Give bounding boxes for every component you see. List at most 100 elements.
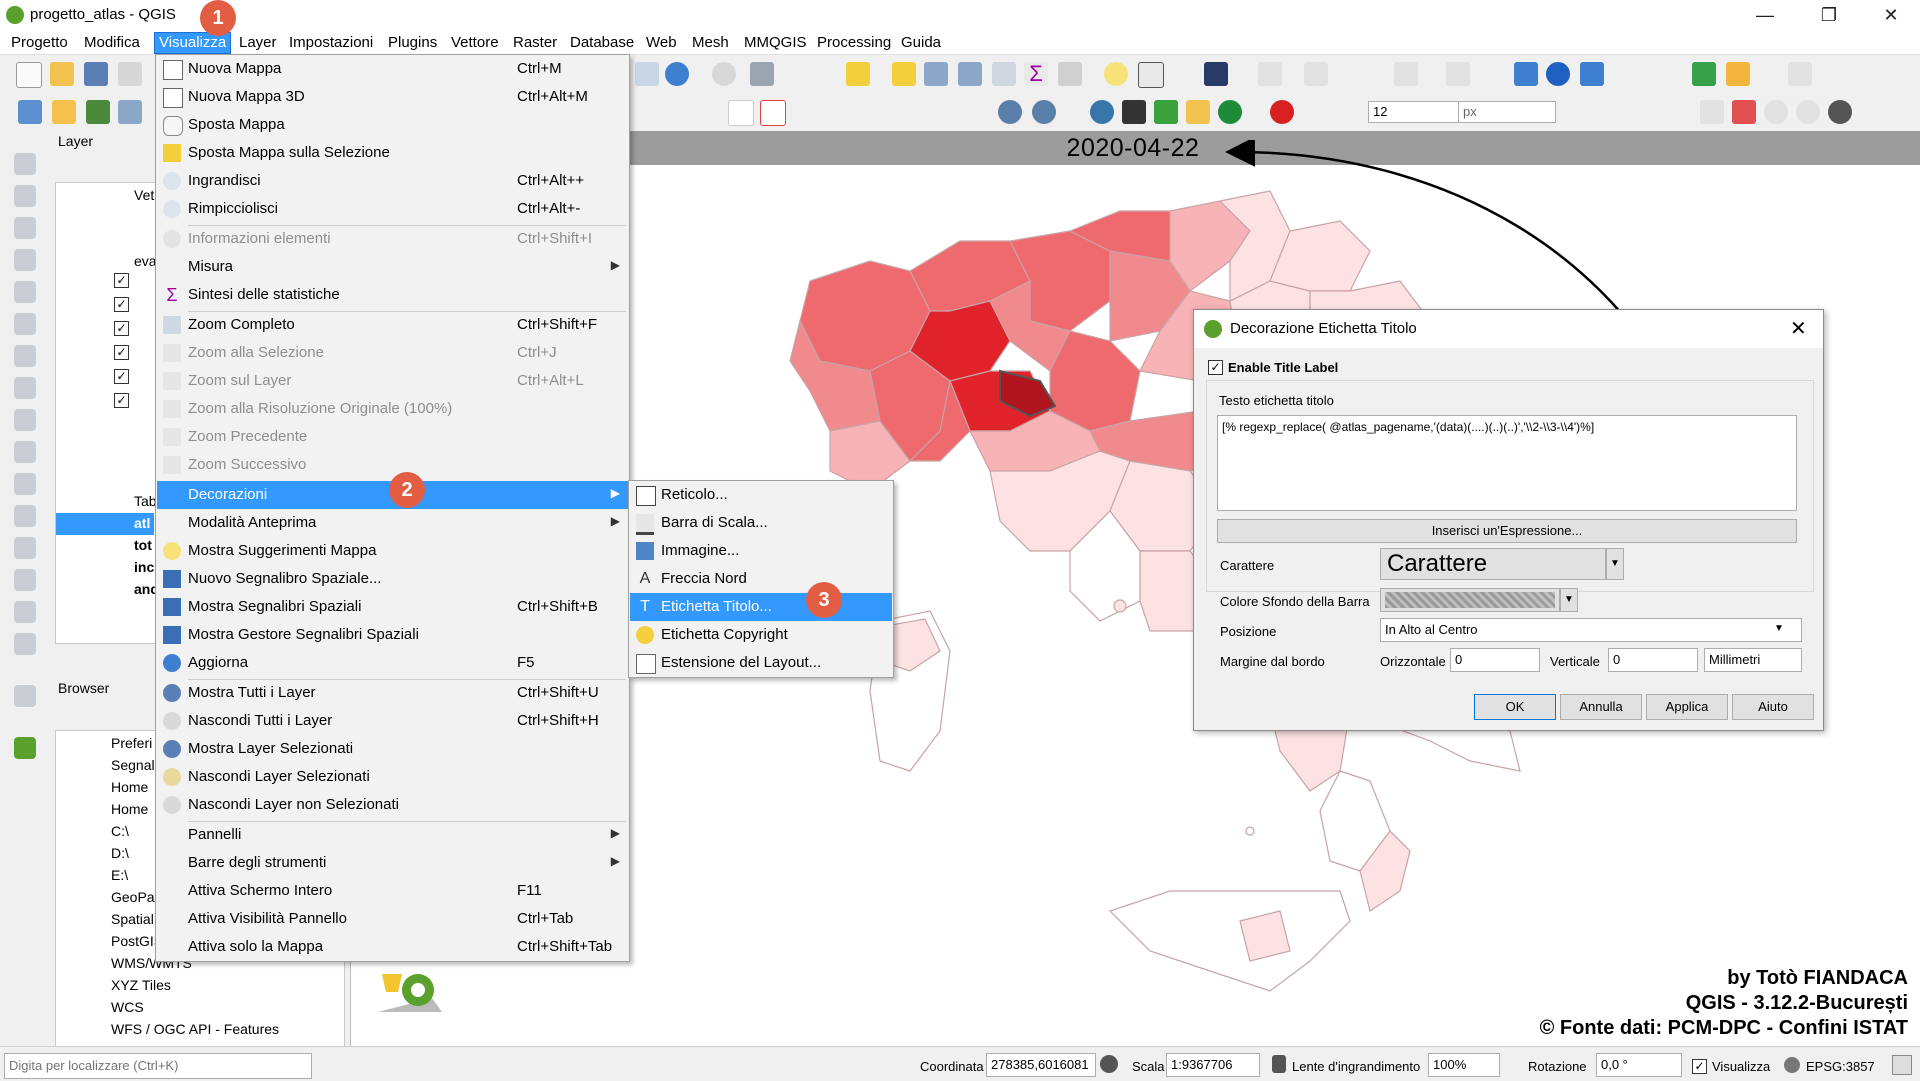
menu-web[interactable]: Web (642, 33, 681, 53)
font-dropdown-icon[interactable]: ▼ (1606, 548, 1624, 580)
magnet-icon[interactable] (1270, 100, 1294, 124)
menu-mesh[interactable]: Mesh (688, 33, 733, 53)
vertical-spinbox[interactable]: 0 (1608, 648, 1698, 672)
select-toolbar-icon[interactable] (846, 62, 870, 86)
settings-toolbar-icon[interactable] (992, 62, 1016, 86)
browser-item[interactable]: Segnal (111, 757, 155, 773)
menu-item-pan-selection[interactable]: Sposta Mappa sulla Selezione (157, 139, 628, 167)
coordinate-field[interactable]: 278385,6016081 (986, 1053, 1096, 1077)
menu-item-toggle-panels[interactable]: Attiva Visibilità Pannello Ctrl+Tab (157, 905, 628, 933)
menu-item-zoom-layer[interactable]: Zoom sul Layer Ctrl+Alt+L (157, 367, 628, 395)
menu-raster[interactable]: Raster (509, 33, 561, 53)
browser-item[interactable]: Home (111, 779, 148, 795)
plugin5-icon[interactable] (1726, 62, 1750, 86)
browser-item[interactable]: WCS (111, 999, 144, 1015)
side-tool-15-icon[interactable] (14, 601, 36, 623)
submenu-item-scale-bar[interactable]: Barra di Scala... (630, 509, 892, 537)
scale-select[interactable]: 1:9367706 (1166, 1053, 1260, 1077)
insert-expression-button[interactable]: Inserisci un'Espressione... (1217, 519, 1797, 543)
menu-item-zoom-next[interactable]: Zoom Successivo (157, 451, 628, 479)
submenu-item-image[interactable]: Immagine... (630, 537, 892, 565)
rotation-spinbox[interactable]: 0,0 ° (1596, 1053, 1682, 1077)
pin-toolbar-icon[interactable] (1732, 100, 1756, 124)
locator-search-input[interactable] (4, 1053, 312, 1079)
submenu-item-copyright[interactable]: Etichetta Copyright (630, 621, 892, 649)
unit-select[interactable]: px (1458, 101, 1556, 123)
browser-item[interactable]: Preferi (111, 735, 152, 751)
side-tool-5-icon[interactable] (14, 281, 36, 303)
menu-processing[interactable]: Processing (813, 33, 895, 53)
menu-item-toolbars[interactable]: Barre degli strumenti ▶ (157, 849, 628, 877)
side-tool-9-icon[interactable] (14, 409, 36, 431)
browser-item[interactable]: WFS / OGC API - Features (111, 1021, 279, 1037)
layer-row-tables[interactable]: Tab (134, 493, 157, 509)
horizontal-spinbox[interactable]: 0 (1450, 648, 1540, 672)
layer-row-inc[interactable]: inc (134, 559, 154, 575)
menu-item-refresh[interactable]: Aggiorna F5 (157, 649, 628, 677)
side-tool-7-icon[interactable] (14, 345, 36, 367)
minimize-button[interactable]: — (1742, 2, 1788, 28)
add-csv-icon[interactable] (86, 100, 110, 124)
menu-plugins[interactable]: Plugins (384, 33, 441, 53)
side-tool-6-icon[interactable] (14, 313, 36, 335)
menu-visualizza[interactable]: Visualizza (153, 32, 232, 54)
menu-item-pan[interactable]: Sposta Mappa (157, 111, 628, 139)
menu-modifica[interactable]: Modifica (80, 33, 144, 53)
menu-item-statistics[interactable]: Σ Sintesi delle statistiche (157, 281, 628, 309)
magnifier-spinbox[interactable]: 100% (1428, 1053, 1500, 1077)
browser-item[interactable]: XYZ Tiles (111, 977, 171, 993)
menu-item-map-tips[interactable]: Mostra Suggerimenti Mappa (157, 537, 628, 565)
side-tool-3-icon[interactable] (14, 217, 36, 239)
binoculars-icon[interactable] (1122, 100, 1146, 124)
close-window-button[interactable]: ✕ (1868, 2, 1914, 28)
menu-item-new-bookmark[interactable]: Nuovo Segnalibro Spaziale... (157, 565, 628, 593)
text-annotation-icon[interactable] (1138, 62, 1164, 88)
menu-guida[interactable]: Guida (897, 33, 945, 53)
submenu-item-grid[interactable]: Reticolo... (630, 481, 892, 509)
menu-item-zoom-native[interactable]: Zoom alla Risoluzione Originale (100%) (157, 395, 628, 423)
menu-layer[interactable]: Layer (235, 33, 281, 53)
help-button[interactable]: Aiuto (1732, 694, 1814, 720)
selected-layer-row[interactable]: atl (56, 513, 154, 535)
add-layer-icon[interactable] (118, 100, 142, 124)
menu-progetto[interactable]: Progetto (7, 33, 72, 53)
menu-item-map-only[interactable]: Attiva solo la Mappa Ctrl+Shift+Tab (157, 933, 628, 961)
side-tool-16-icon[interactable] (14, 633, 36, 655)
browser-item[interactable]: GeoPa (111, 889, 155, 905)
browser-item[interactable]: D:\ (111, 845, 129, 861)
plugin3-icon[interactable] (1580, 62, 1604, 86)
side-tool-4-icon[interactable] (14, 249, 36, 271)
bar-color-button[interactable] (1380, 588, 1560, 612)
globe2-toolbar-icon[interactable] (1032, 100, 1056, 124)
apply-button[interactable]: Applica (1646, 694, 1728, 720)
terrain-icon[interactable] (1154, 100, 1178, 124)
side-tool-10-icon[interactable] (14, 441, 36, 463)
side-tool-17-icon[interactable] (14, 685, 36, 707)
expression-textarea[interactable]: [% regexp_replace( @atlas_pagename,'(dat… (1217, 415, 1797, 511)
menu-item-preview-mode[interactable]: Modalità Anteprima ▶ (157, 509, 628, 537)
menu-item-bookmark-manager[interactable]: Mostra Gestore Segnalibri Spaziali (157, 621, 628, 649)
layer-row-eva[interactable]: eva (134, 253, 157, 269)
globe-toolbar-icon[interactable] (998, 100, 1022, 124)
layer-checkbox[interactable]: ✓ (114, 321, 129, 336)
folder-toolbar-icon[interactable] (1186, 100, 1210, 124)
menu-mmqgis[interactable]: MMQGIS (740, 33, 811, 53)
vertex-icon[interactable] (1304, 62, 1328, 86)
plugin6-icon[interactable] (1788, 62, 1812, 86)
mouse-icon[interactable] (1100, 1055, 1118, 1073)
menu-item-new-3d-map[interactable]: Nuova Mappa 3D Ctrl+Alt+M (157, 83, 628, 111)
copy-toolbar-icon[interactable] (1700, 100, 1724, 124)
layer-checkbox[interactable]: ✓ (114, 345, 129, 360)
layer-checkbox[interactable]: ✓ (114, 393, 129, 408)
open-project-icon[interactable] (50, 62, 74, 86)
label-abc-icon[interactable] (760, 100, 786, 126)
add-raster-icon[interactable] (52, 100, 76, 124)
menu-item-zoom-full[interactable]: Zoom Completo Ctrl+Shift+F (157, 311, 628, 339)
color-dropdown-icon[interactable]: ▼ (1560, 588, 1578, 612)
enable-title-checkbox[interactable]: ✓ (1208, 360, 1223, 375)
plugin2-icon[interactable] (1546, 62, 1570, 86)
python-icon[interactable] (1090, 100, 1114, 124)
menu-item-zoom-in[interactable]: Ingrandisci Ctrl+Alt++ (157, 167, 628, 195)
ok-button[interactable]: OK (1474, 694, 1556, 720)
side-tool-18-icon[interactable] (14, 737, 36, 759)
